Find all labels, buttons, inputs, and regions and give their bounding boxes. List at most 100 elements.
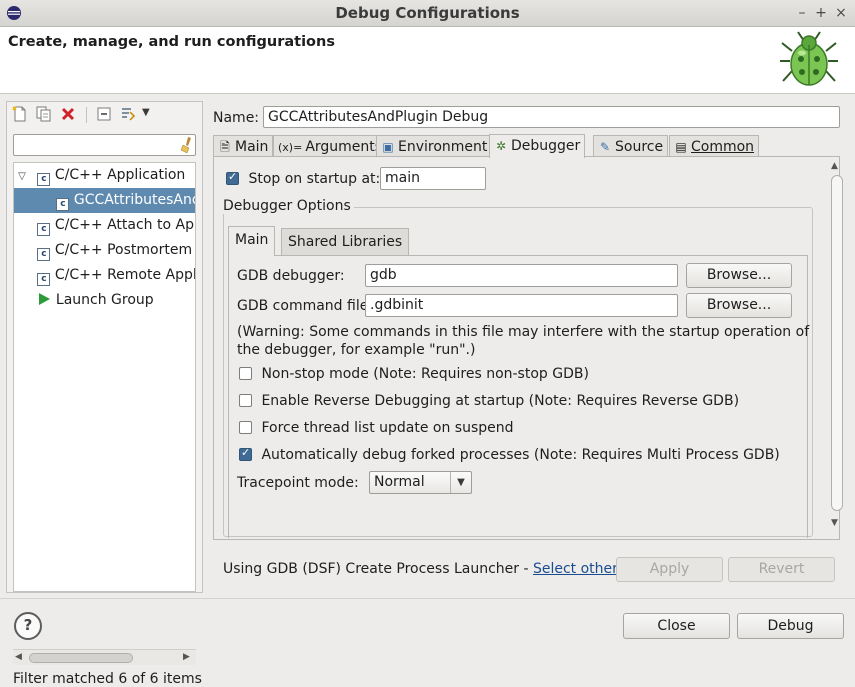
header-title: Create, manage, and run configurations	[8, 34, 335, 50]
force-thread-checkbox[interactable]	[239, 421, 252, 434]
duplicate-icon[interactable]	[36, 106, 52, 122]
tracepoint-mode-select[interactable]: Normal ▼	[369, 471, 472, 494]
stop-on-startup-label: Stop on startup at:	[248, 171, 381, 187]
tree-item-gccattributes-debug[interactable]: c GCCAttributesAndPluginDebug	[14, 188, 195, 213]
warning-text-line2: the debugger, for example "run".)	[237, 342, 476, 358]
maximize-button[interactable]: +	[812, 3, 830, 23]
subtab-shared-libraries[interactable]: Shared Libraries	[281, 228, 410, 256]
dialog-header: Create, manage, and run configurations	[0, 27, 855, 94]
name-label: Name:	[213, 110, 260, 126]
minimize-button[interactable]: –	[793, 3, 811, 23]
help-icon[interactable]: ?	[14, 612, 42, 640]
bottom-separator	[0, 598, 855, 599]
config-name-input[interactable]: GCCAttributesAndPlugin Debug	[263, 106, 840, 128]
tab-label: Arguments	[305, 139, 383, 155]
common-tab-icon: ▤	[675, 140, 687, 154]
browse-command-file-button[interactable]: Browse...	[686, 293, 792, 318]
expand-arrow-icon[interactable]: ▽	[14, 164, 30, 189]
new-launch-config-icon[interactable]	[12, 106, 28, 122]
tab-common[interactable]: ▤ Common	[669, 135, 760, 157]
tree-item-label: C/C++ Attach to Application	[54, 217, 195, 233]
launch-config-panel: ▼ ▽ c C/C++ Application c GCCAttributesA…	[6, 101, 203, 687]
tree-item-cpp-postmortem[interactable]: c C/C++ Postmortem Debugger	[14, 238, 195, 263]
debugger-options-group: Debugger Options Main Shared Libraries G…	[223, 198, 814, 538]
force-thread-row[interactable]: Force thread list update on suspend	[239, 420, 514, 436]
cpp-launch-icon: c	[37, 223, 51, 236]
scroll-up-icon[interactable]: ▲	[831, 161, 838, 171]
gdb-command-file-input[interactable]: .gdbinit	[365, 294, 678, 317]
collapse-all-icon[interactable]	[96, 106, 112, 122]
scroll-right-icon[interactable]: ▶	[183, 652, 190, 662]
tab-label: Environment	[398, 139, 488, 155]
tree-item-label: C/C++ Remote Application	[54, 267, 195, 283]
cpp-launch-icon: c	[56, 198, 70, 211]
tab-arguments[interactable]: (x)= Arguments	[273, 135, 388, 157]
dropdown-icon[interactable]: ▼	[142, 107, 150, 118]
tree-item-label: GCCAttributesAndPluginDebug	[73, 192, 195, 208]
reverse-debugging-checkbox[interactable]	[239, 394, 252, 407]
tab-debugger[interactable]: ✲ Debugger	[489, 134, 586, 158]
apply-button[interactable]: Apply	[616, 557, 723, 582]
reverse-debugging-row[interactable]: Enable Reverse Debugging at startup (Not…	[239, 393, 739, 409]
group-label: Debugger Options	[223, 198, 354, 214]
auto-fork-checkbox[interactable]	[239, 446, 252, 461]
stop-on-startup-row[interactable]: Stop on startup at:	[226, 170, 381, 187]
stop-on-startup-input[interactable]: main	[380, 167, 486, 190]
tracepoint-mode-label: Tracepoint mode:	[237, 475, 359, 491]
tab-source[interactable]: ✎ Source	[593, 135, 669, 157]
launcher-info: Using GDB (DSF) Create Process Launcher …	[223, 561, 630, 577]
tab-environment[interactable]: ▣ Environment	[376, 135, 493, 157]
close-window-button[interactable]: ×	[832, 3, 850, 23]
cpp-launch-icon: c	[37, 173, 51, 186]
tab-label: Main	[235, 139, 269, 155]
launcher-text: Using GDB (DSF) Create Process Launcher …	[223, 561, 533, 577]
scrollbar-thumb[interactable]	[831, 175, 843, 511]
reverse-debugging-label: Enable Reverse Debugging at startup (Not…	[261, 393, 740, 409]
non-stop-row[interactable]: Non-stop mode (Note: Requires non-stop G…	[239, 366, 589, 382]
warning-text-line1: (Warning: Some commands in this file may…	[237, 324, 810, 340]
tree-item-label: C/C++ Application	[54, 167, 186, 183]
revert-button[interactable]: Revert	[728, 557, 835, 582]
vertical-scrollbar[interactable]: ▲ ▼	[830, 161, 844, 533]
auto-fork-label: Automatically debug forked processes (No…	[261, 447, 780, 463]
scroll-down-icon[interactable]: ▼	[831, 518, 838, 528]
filter-status: Filter matched 6 of 6 items	[13, 671, 202, 687]
non-stop-label: Non-stop mode (Note: Requires non-stop G…	[261, 366, 589, 382]
title-bar: Debug Configurations – + ×	[0, 0, 855, 27]
clear-filter-icon[interactable]	[179, 136, 195, 154]
debug-button[interactable]: Debug	[737, 613, 844, 639]
delete-icon[interactable]	[60, 106, 76, 122]
cpp-launch-icon: c	[37, 273, 51, 286]
debugger-tab-icon: ✲	[495, 139, 507, 153]
close-button[interactable]: Close	[623, 613, 730, 639]
main-tab-icon: 🗎	[220, 140, 230, 154]
browse-gdb-button[interactable]: Browse...	[686, 263, 792, 288]
source-tab-icon: ✎	[599, 140, 611, 154]
tab-label: Source	[615, 139, 664, 155]
tree-horizontal-scrollbar[interactable]: ◀ ▶	[13, 649, 196, 665]
arguments-tab-icon: (x)=	[278, 141, 303, 154]
subtab-main[interactable]: Main	[228, 226, 276, 256]
tracepoint-mode-value: Normal	[374, 474, 425, 490]
scroll-left-icon[interactable]: ◀	[15, 652, 22, 662]
configuration-editor: Name: GCCAttributesAndPlugin Debug 🗎 Main…	[207, 101, 850, 593]
tree-item-cpp-application[interactable]: ▽ c C/C++ Application	[14, 163, 195, 189]
tree-item-launch-group[interactable]: Launch Group	[14, 288, 195, 313]
scrollbar-thumb[interactable]	[29, 653, 133, 663]
tab-label: Debugger	[511, 138, 581, 154]
window-title: Debug Configurations	[335, 4, 520, 22]
tab-label: Common	[691, 139, 755, 155]
launch-config-tree: ▽ c C/C++ Application c GCCAttributesAnd…	[13, 162, 196, 592]
tree-item-cpp-remote[interactable]: c C/C++ Remote Application	[14, 263, 195, 288]
filter-input[interactable]	[13, 134, 196, 156]
stop-on-startup-checkbox[interactable]	[226, 170, 239, 185]
filter-icon[interactable]	[120, 106, 136, 122]
environment-tab-icon: ▣	[382, 140, 394, 154]
tab-main[interactable]: 🗎 Main	[213, 135, 274, 157]
tree-item-cpp-attach[interactable]: c C/C++ Attach to Application	[14, 213, 195, 238]
toolbar-separator	[86, 107, 87, 123]
auto-fork-row[interactable]: Automatically debug forked processes (No…	[239, 446, 780, 463]
gdb-debugger-input[interactable]: gdb	[365, 264, 678, 287]
debugger-main-subtab-content: GDB debugger: gdb Browse... GDB command …	[228, 255, 810, 538]
non-stop-checkbox[interactable]	[239, 367, 252, 380]
